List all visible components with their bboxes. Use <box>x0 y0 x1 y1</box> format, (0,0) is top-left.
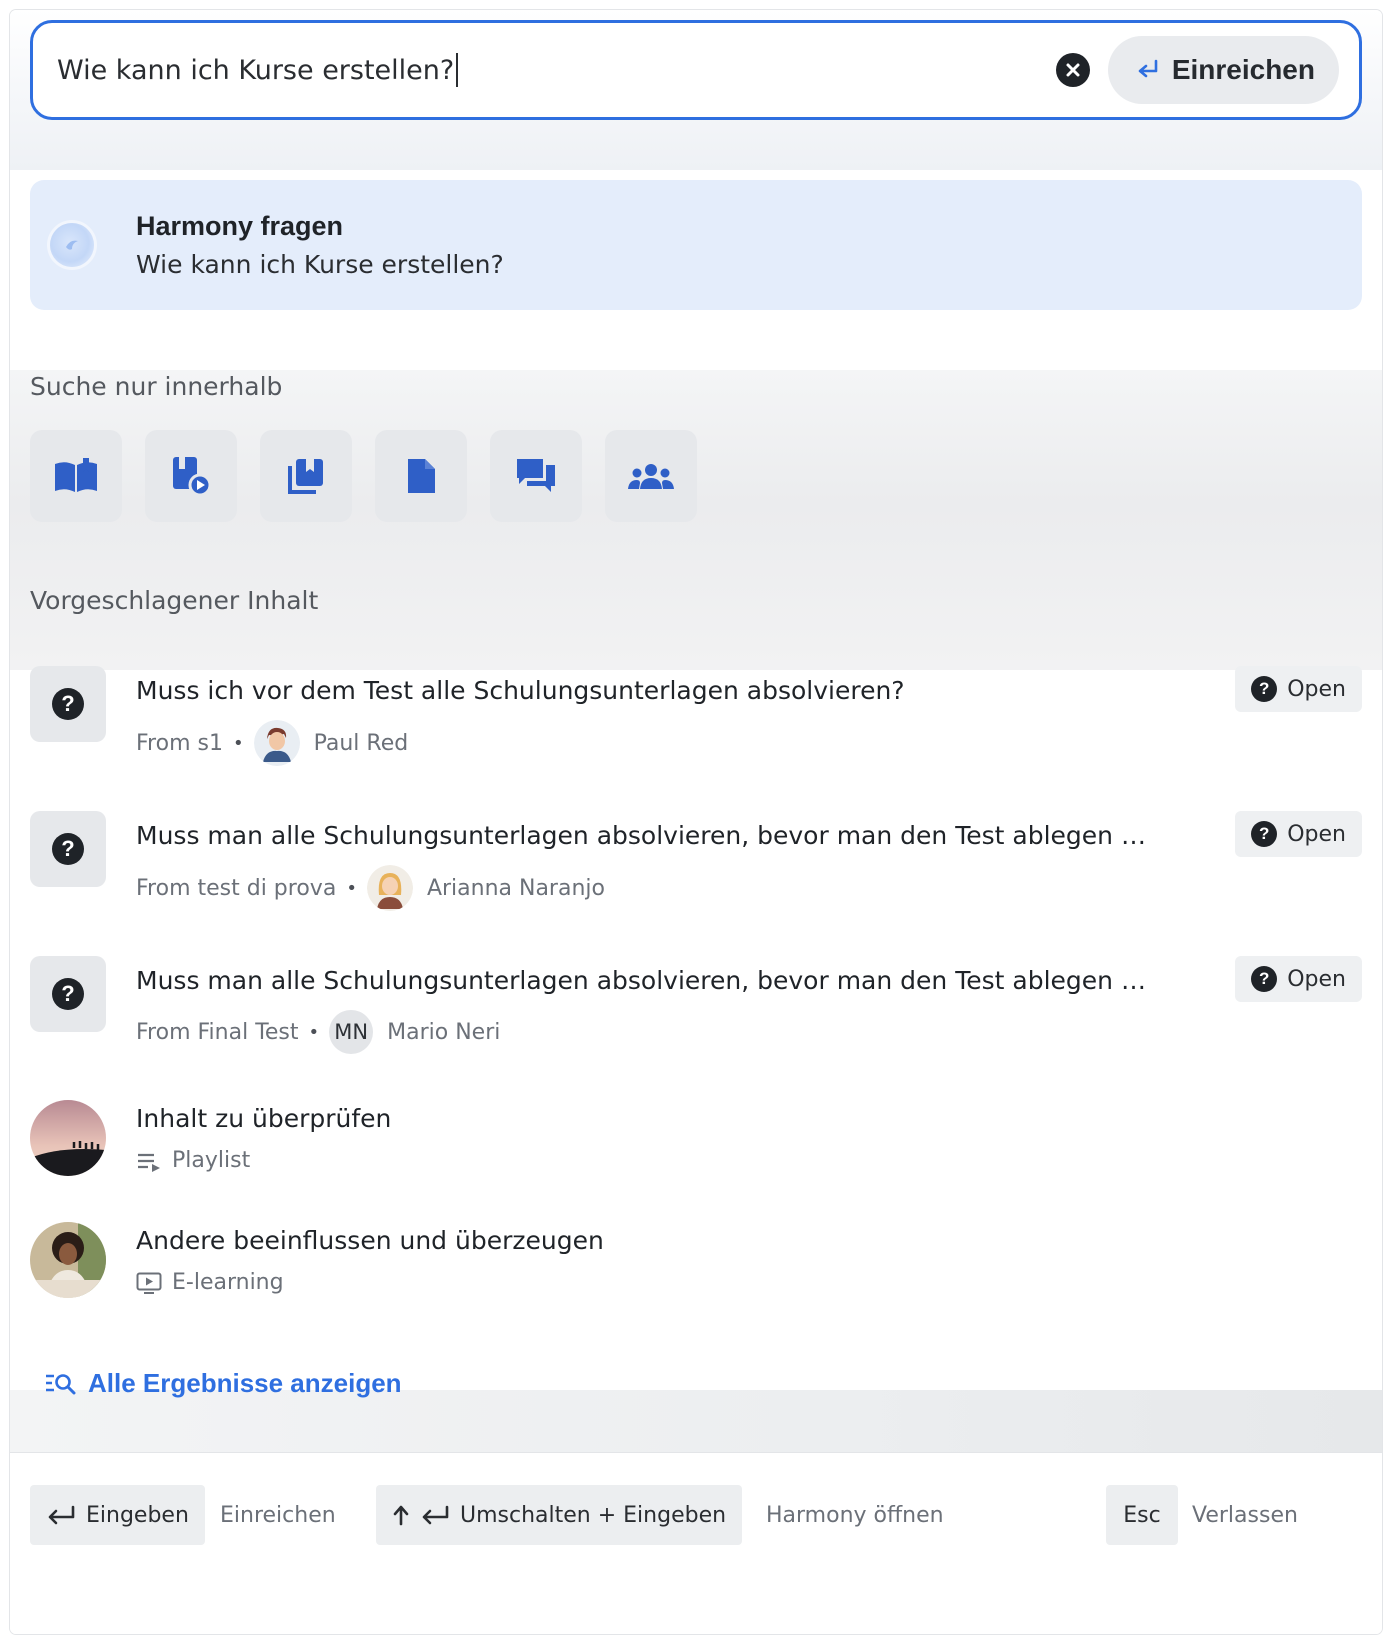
content-type: E-learning <box>136 1270 284 1295</box>
elearning-thumbnail <box>30 1222 106 1298</box>
keyboard-hints-footer: Eingeben Einreichen Umschalten + Eingebe… <box>10 1452 1382 1634</box>
search-bar[interactable]: Wie kann ich Kurse erstellen? Einreichen <box>30 20 1362 120</box>
question-icon: ? <box>30 956 106 1032</box>
question-title: Muss ich vor dem Test alle Schulungsunte… <box>136 676 905 705</box>
shift-enter-key: Umschalten + Eingeben <box>376 1485 743 1545</box>
enter-arrow-icon <box>48 1505 75 1525</box>
filter-courses-button[interactable] <box>30 430 122 522</box>
question-author: Paul Red <box>313 730 409 756</box>
search-panel: Wie kann ich Kurse erstellen? Einreichen… <box>10 10 1382 1634</box>
question-author: Arianna Naranjo <box>426 875 605 901</box>
question-source: From s1 <box>136 730 223 756</box>
status-label: Open <box>1287 821 1346 847</box>
group-icon <box>628 464 674 489</box>
question-author: Mario Neri <box>387 1019 501 1045</box>
search-input[interactable]: Wie kann ich Kurse erstellen? <box>57 53 1056 87</box>
elearning-icon <box>136 1272 162 1294</box>
submit-label: Einreichen <box>1171 54 1315 85</box>
content-title: Inhalt zu überprüfen <box>136 1104 392 1133</box>
filter-library-button[interactable] <box>260 430 352 522</box>
filter-section-label: Suche nur innerhalb <box>30 372 283 401</box>
question-status-icon: ? <box>1251 966 1278 992</box>
avatar <box>253 720 300 766</box>
filter-documents-button[interactable] <box>375 430 467 522</box>
book-open-icon <box>55 458 97 492</box>
harmony-title: Harmony fragen <box>136 211 344 241</box>
status-label: Open <box>1287 966 1346 992</box>
esc-key: Esc <box>1106 1485 1178 1545</box>
status-badge: ? Open <box>1235 666 1362 712</box>
suggested-section-label: Vorgeschlagener Inhalt <box>30 586 319 615</box>
shift-enter-key-label: Umschalten + Eingeben <box>460 1502 727 1528</box>
question-status-icon: ? <box>1251 821 1278 847</box>
question-source: From test di prova <box>136 875 337 901</box>
ask-harmony-card[interactable]: Harmony fragen Wie kann ich Kurse erstel… <box>30 180 1362 310</box>
show-all-results-label: Alle Ergebnisse anzeigen <box>88 1368 402 1398</box>
avatar <box>366 865 413 911</box>
filter-row <box>30 430 697 522</box>
filter-discussions-button[interactable] <box>490 430 582 522</box>
text-caret <box>456 53 459 87</box>
question-icon: ? <box>30 811 106 887</box>
discussion-icon <box>517 459 555 492</box>
question-meta: From test di prova • Arianna Naranjo <box>136 865 605 911</box>
playlist-thumbnail <box>30 1100 106 1176</box>
library-icon <box>288 459 323 494</box>
harmony-logo-icon <box>50 223 94 267</box>
content-type-label: E-learning <box>172 1270 284 1295</box>
clear-search-button[interactable] <box>1055 53 1090 87</box>
close-icon <box>1066 63 1080 77</box>
question-meta: From Final Test • MN Mario Neri <box>136 1010 500 1054</box>
document-icon <box>408 459 435 493</box>
shift-arrow-icon <box>393 1505 409 1526</box>
enter-hint: Einreichen <box>220 1503 336 1528</box>
question-icon: ? <box>30 666 106 742</box>
status-badge: ? Open <box>1235 956 1362 1002</box>
submit-button[interactable]: Einreichen <box>1107 36 1339 104</box>
search-input-value: Wie kann ich Kurse erstellen? <box>57 54 455 86</box>
enter-arrow-icon <box>1138 59 1158 78</box>
search-list-icon <box>46 1373 76 1394</box>
content-type: Playlist <box>136 1148 250 1173</box>
esc-key-label: Esc <box>1123 1502 1161 1528</box>
filter-groups-button[interactable] <box>605 430 697 522</box>
playlist-icon <box>138 1153 160 1172</box>
question-source: From Final Test <box>136 1019 299 1045</box>
esc-hint: Verlassen <box>1192 1503 1298 1528</box>
avatar: MN <box>329 1010 374 1054</box>
filter-video-courses-button[interactable] <box>145 430 237 522</box>
question-title: Muss man alle Schulungsunterlagen absolv… <box>136 966 1156 995</box>
course-play-icon <box>173 457 211 497</box>
question-title: Muss man alle Schulungsunterlagen absolv… <box>136 821 1156 850</box>
show-all-results-link[interactable]: Alle Ergebnisse anzeigen <box>44 1368 402 1399</box>
status-label: Open <box>1287 676 1346 702</box>
enter-arrow-icon <box>422 1505 449 1525</box>
question-meta: From s1 • Paul Red <box>136 720 408 766</box>
harmony-query: Wie kann ich Kurse erstellen? <box>136 250 504 279</box>
status-badge: ? Open <box>1235 811 1362 857</box>
enter-key: Eingeben <box>30 1485 205 1545</box>
enter-key-label: Eingeben <box>86 1502 189 1528</box>
content-type-label: Playlist <box>172 1148 251 1173</box>
shift-enter-hint: Harmony öffnen <box>766 1503 944 1528</box>
content-title: Andere beeinflussen und überzeugen <box>136 1226 604 1255</box>
question-status-icon: ? <box>1251 676 1278 702</box>
